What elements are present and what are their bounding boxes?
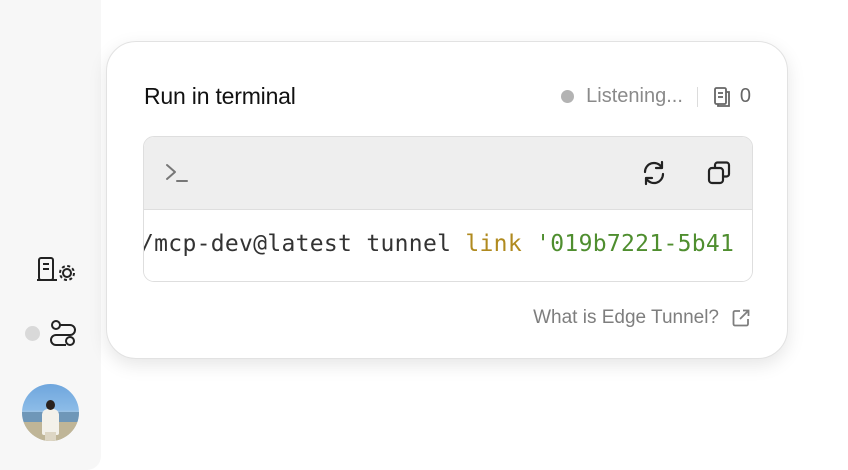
sidebar: [0, 0, 101, 470]
help-link-label: What is Edge Tunnel?: [533, 307, 719, 328]
refresh-icon: [643, 160, 665, 186]
terminal-toolbar: [144, 137, 752, 210]
run-in-terminal-card: Run in terminal Listening... 0 /mcp-dev@…: [106, 41, 788, 359]
settings-document-icon[interactable]: [36, 254, 78, 286]
command-prefix: /mcp-dev@latest tunnel: [144, 231, 466, 257]
command-argument: '019b7221-5b41: [536, 231, 735, 257]
refresh-button[interactable]: [640, 159, 668, 187]
route-icon[interactable]: [48, 318, 78, 348]
documents-icon: [713, 86, 730, 107]
status-dot: [561, 90, 575, 103]
card-title: Run in terminal: [144, 83, 296, 109]
connection-status: Listening... 0: [561, 85, 751, 108]
route-status-dot: [25, 326, 40, 341]
terminal-command[interactable]: /mcp-dev@latest tunnel link '019b7221-5b…: [144, 210, 752, 281]
terminal-box: /mcp-dev@latest tunnel link '019b7221-5b…: [143, 136, 753, 282]
copy-button[interactable]: [705, 159, 733, 187]
status-label: Listening...: [586, 85, 683, 107]
command-keyword: link: [465, 231, 522, 257]
command-space: [522, 231, 536, 257]
edge-tunnel-help-link[interactable]: What is Edge Tunnel?: [533, 307, 751, 329]
status-divider: [696, 86, 698, 107]
terminal-prompt-icon: [166, 164, 188, 182]
external-link-icon: [732, 309, 750, 327]
request-count: 0: [739, 85, 751, 107]
avatar[interactable]: [22, 384, 79, 441]
copy-icon: [707, 161, 731, 185]
